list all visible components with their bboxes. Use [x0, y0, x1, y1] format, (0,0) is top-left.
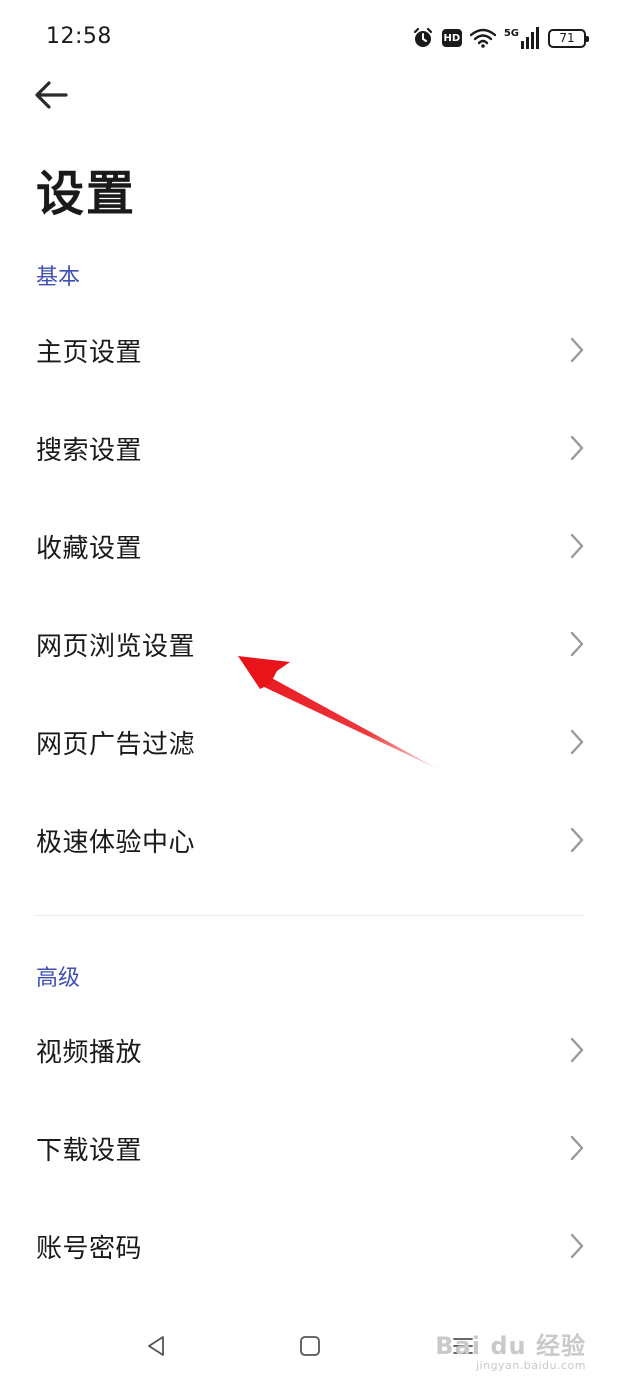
- nav-back-button[interactable]: [134, 1324, 178, 1368]
- menu-item-search-settings[interactable]: 搜索设置: [0, 399, 620, 497]
- section-divider: [36, 915, 584, 916]
- status-time: 12:58: [46, 24, 112, 49]
- page-title: 设置: [36, 166, 137, 222]
- status-icons: HD 5G 71: [412, 24, 589, 52]
- battery-icon: 71: [548, 28, 589, 48]
- battery-level: 71: [559, 31, 575, 45]
- signal-5g-icon: 5G: [504, 27, 540, 49]
- back-button[interactable]: [30, 74, 72, 116]
- section-header-basic: 基本: [36, 265, 81, 290]
- chevron-right-icon: [570, 1135, 584, 1161]
- menu-item-home-settings[interactable]: 主页设置: [0, 301, 620, 399]
- menu-item-label: 网页浏览设置: [36, 631, 196, 662]
- menu-item-favorites-settings[interactable]: 收藏设置: [0, 497, 620, 595]
- watermark-main: Bai du 经验: [435, 1332, 586, 1360]
- menu-item-ad-filter[interactable]: 网页广告过滤: [0, 693, 620, 791]
- settings-screen: 12:58 HD 5G 71 设置 基本 主页设置 搜索设置 收藏设置 网页浏览…: [0, 0, 620, 1386]
- menu-item-label: 搜索设置: [36, 435, 143, 466]
- watermark: Bai du 经验 jingyan.baidu.com: [435, 1326, 586, 1372]
- chevron-right-icon: [570, 631, 584, 657]
- status-bar: 12:58 HD 5G 71: [0, 0, 620, 76]
- section-header-advanced: 高级: [36, 966, 81, 991]
- menu-item-label: 主页设置: [36, 337, 143, 368]
- menu-item-video-playback[interactable]: 视频播放: [0, 1001, 620, 1099]
- chevron-right-icon: [570, 827, 584, 853]
- network-label: 5G: [503, 28, 519, 39]
- menu-item-browsing-settings[interactable]: 网页浏览设置: [0, 595, 620, 693]
- menu-item-label: 极速体验中心: [36, 827, 196, 858]
- nav-back-icon: [148, 1336, 164, 1356]
- chevron-right-icon: [570, 435, 584, 461]
- nav-home-button[interactable]: [288, 1324, 332, 1368]
- menu-item-label: 网页广告过滤: [36, 729, 196, 760]
- menu-item-account-password[interactable]: 账号密码: [0, 1197, 620, 1295]
- menu-item-label: 视频播放: [36, 1037, 143, 1068]
- chevron-right-icon: [570, 1037, 584, 1063]
- chevron-right-icon: [570, 533, 584, 559]
- back-arrow-icon: [35, 81, 68, 109]
- menu-item-download-settings[interactable]: 下载设置: [0, 1099, 620, 1197]
- hd-icon: HD: [441, 29, 462, 47]
- menu-item-label: 账号密码: [36, 1233, 143, 1264]
- chevron-right-icon: [570, 1233, 584, 1259]
- wifi-icon: [469, 28, 496, 48]
- alarm-icon: [412, 27, 434, 49]
- menu-item-speed-center[interactable]: 极速体验中心: [0, 791, 620, 889]
- nav-home-icon: [300, 1336, 320, 1356]
- menu-item-label: 下载设置: [36, 1135, 143, 1166]
- chevron-right-icon: [570, 337, 584, 363]
- menu-item-label: 收藏设置: [36, 533, 143, 564]
- chevron-right-icon: [570, 729, 584, 755]
